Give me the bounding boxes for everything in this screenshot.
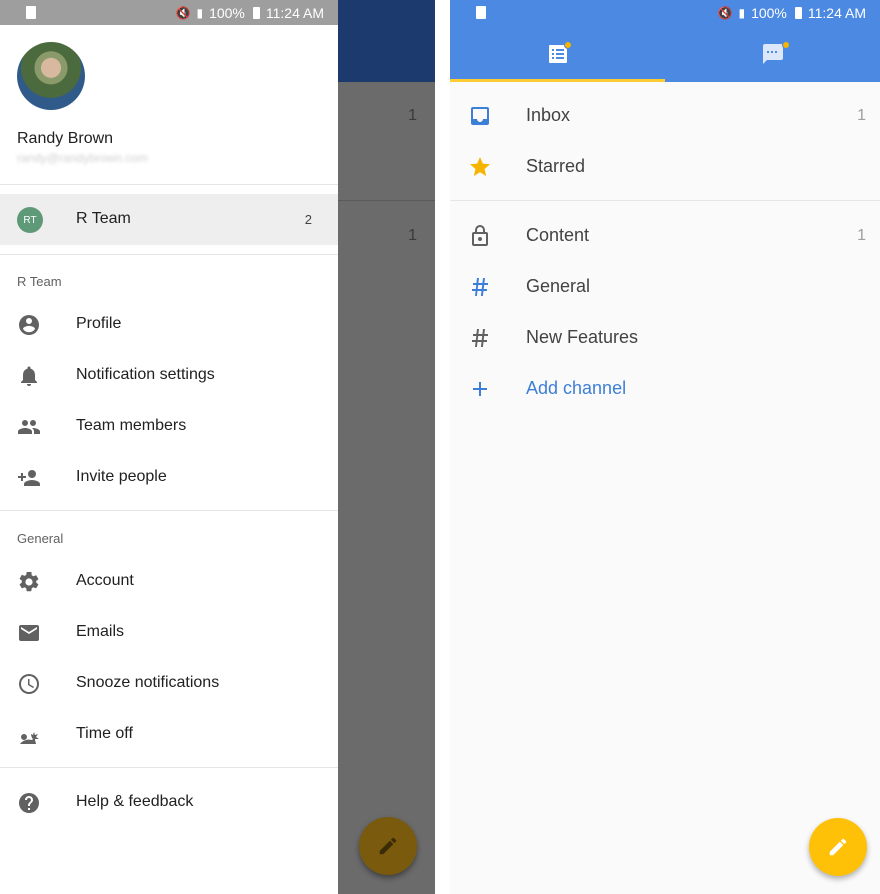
mute-icon: 🔇 [717,5,733,20]
help-icon [19,793,39,813]
drawer-item-label: Profile [76,315,122,332]
signal-icon: ▮ [738,5,746,20]
compose-button[interactable] [809,818,867,876]
unread-dot [564,41,572,49]
list-item-label: General [526,276,591,296]
add-channel-label: Add channel [526,378,627,398]
user-email: randy@randybrown.com [17,151,148,165]
navigation-drawer: 🔇 ▮ 100% 11:24 AM Randy Brown randy@rand… [0,0,338,894]
unread-count: 1 [857,227,866,244]
battery-icon [794,6,802,19]
user-name: Randy Brown [17,130,114,147]
channel-item-content[interactable]: Content 1 [450,211,880,261]
person-add-icon [18,470,40,486]
list-item-starred[interactable]: Starred [450,142,880,192]
chat-icon [762,43,783,64]
drawer-item-label: Time off [76,725,133,742]
list-item-inbox[interactable]: Inbox 1 [450,91,880,141]
channel-item-new-features[interactable]: New Features [450,313,880,363]
divider [0,184,338,185]
background-compose-button [359,817,417,875]
pencil-icon [379,837,397,855]
battery-percent: 100% [751,4,787,21]
list-item-label: New Features [526,327,639,347]
people-icon [18,420,40,434]
drawer-item-label: Snooze notifications [76,674,220,691]
mail-icon [19,625,39,641]
list-item-label: Inbox [526,105,571,125]
gear-icon [19,571,39,592]
divider [450,200,880,201]
sim-icon [476,6,486,19]
drawer-item-emails[interactable]: Emails [0,608,338,658]
right-screen: 🔇 ▮ 100% 11:24 AM Inbox 1 Starred Conten… [450,0,880,894]
drawer-item-label: Help & feedback [76,793,194,810]
drawer-item-label: Account [76,572,134,589]
channel-item-general[interactable]: General [450,262,880,312]
avatar[interactable] [17,42,85,110]
signal-icon: ▮ [196,5,204,20]
left-screen: 1 1 🔇 ▮ 100% 11:24 AM Randy Brown randy@… [0,0,435,894]
status-bar: 🔇 ▮ 100% 11:24 AM [0,0,338,25]
hash-icon [472,278,488,296]
team-name: R Team [76,210,131,227]
background-divider [338,200,435,201]
tab-messages[interactable] [665,25,880,82]
team-switcher-item[interactable]: RT R Team 2 [0,194,338,245]
plus-icon [473,382,487,396]
unread-dot [782,41,790,49]
sim-icon [26,6,36,19]
battery-percent: 100% [209,4,245,21]
lock-icon [472,225,488,246]
beach-icon [20,732,39,744]
divider [0,510,338,511]
drawer-item-label: Invite people [76,468,167,485]
status-time: 11:24 AM [265,4,324,21]
background-count: 1 [408,107,417,124]
add-channel-button[interactable]: Add channel [450,364,880,414]
drawer-item-profile[interactable]: Profile [0,300,338,350]
status-bar: 🔇 ▮ 100% 11:24 AM [450,0,880,25]
status-time: 11:24 AM [807,4,866,21]
section-label: General [17,531,64,546]
drawer-item-label: Team members [76,417,187,434]
drawer-item-snooze-notifications[interactable]: Snooze notifications [0,659,338,709]
bell-icon [21,366,37,386]
list-item-label: Starred [526,156,586,176]
star-icon [470,157,490,176]
divider [0,767,338,768]
pencil-icon [829,838,847,856]
top-app-bar [450,25,880,82]
tab-indicator [450,79,665,82]
section-label: R Team [17,274,62,289]
team-unread-count: 2 [304,212,312,227]
list-item-label: Content [526,225,590,245]
hash-icon [472,329,488,347]
drawer-item-invite-people[interactable]: Invite people [0,453,338,503]
drawer-item-notification-settings[interactable]: Notification settings [0,351,338,401]
divider [0,254,338,255]
battery-icon [252,6,260,19]
drawer-item-help-feedback[interactable]: Help & feedback [0,778,338,828]
account-circle-icon [19,315,39,335]
team-badge: RT [17,207,43,233]
mute-icon: 🔇 [175,5,191,20]
drawer-item-account[interactable]: Account [0,557,338,607]
inbox-icon [471,107,489,125]
drawer-item-time-off[interactable]: Time off [0,710,338,760]
tab-channels[interactable] [450,25,665,82]
drawer-item-label: Notification settings [76,366,215,383]
unread-count: 1 [857,107,866,124]
clock-icon [19,674,39,694]
drawer-item-team-members[interactable]: Team members [0,402,338,452]
drawer-item-label: Emails [76,623,125,640]
background-count: 1 [408,227,417,244]
